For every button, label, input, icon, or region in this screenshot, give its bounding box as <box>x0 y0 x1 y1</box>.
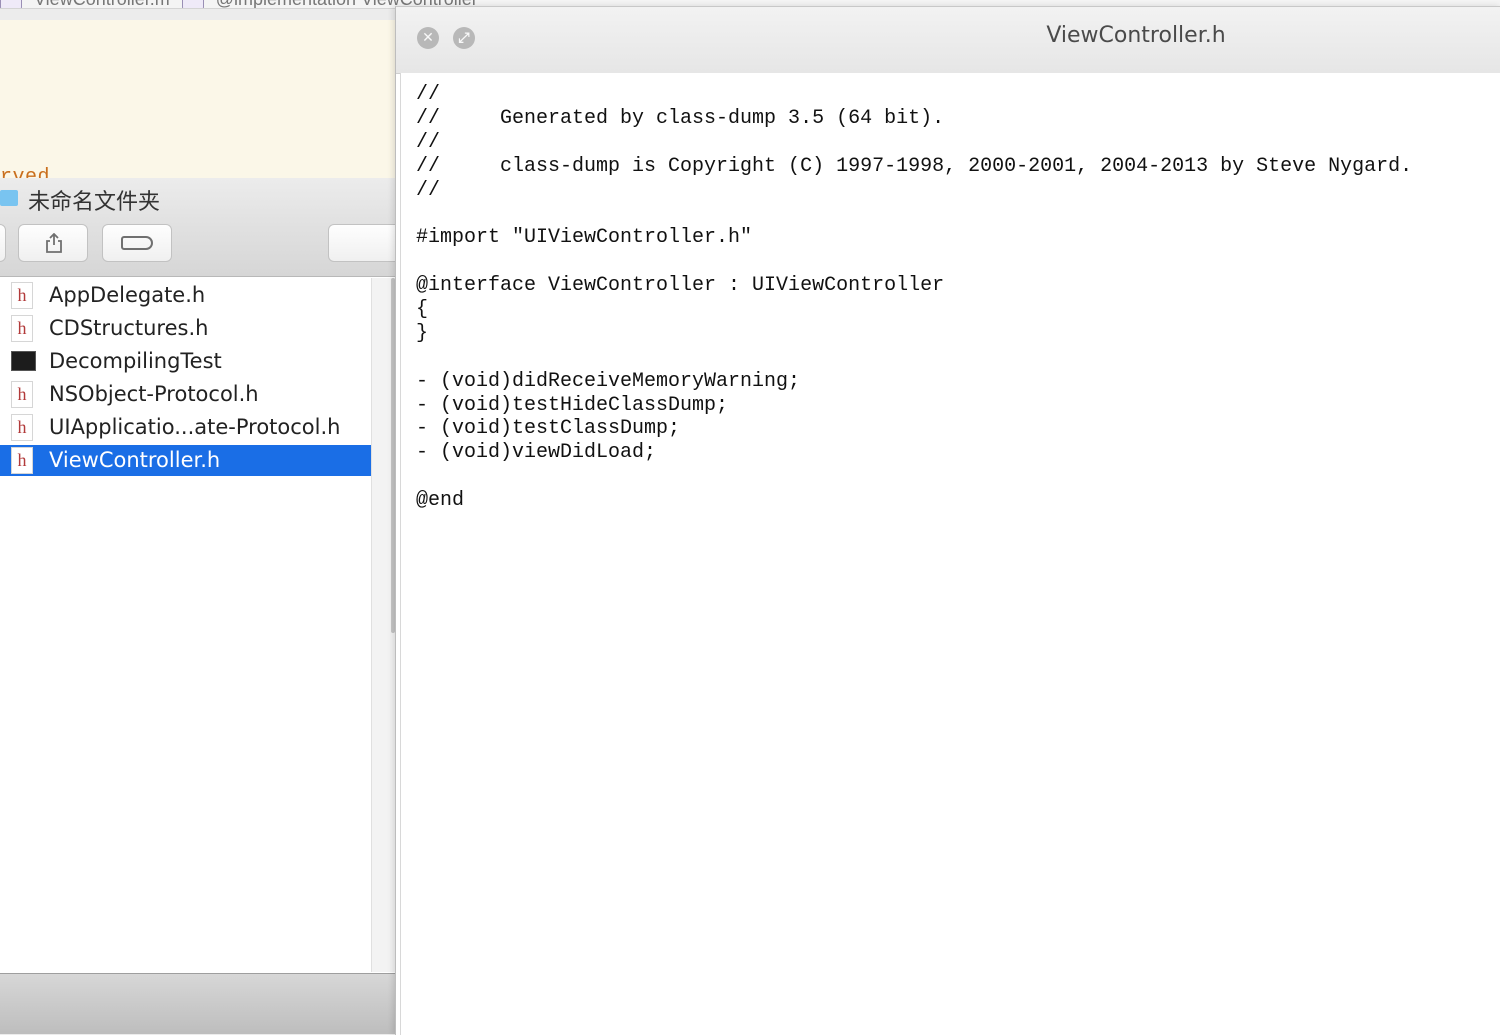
header-file-icon: h <box>11 315 33 342</box>
file-name: UIApplicatio...ate-Protocol.h <box>49 415 341 439</box>
header-file-icon: h <box>11 381 33 408</box>
file-row[interactable]: h UIApplicatio...ate-Protocol.h <box>0 412 371 443</box>
code-line: // Generated by class-dump 3.5 (64 bit). <box>416 106 945 130</box>
file-row[interactable]: h ViewController.h <box>0 445 371 476</box>
finder-title: 未命名文件夹 <box>28 190 161 215</box>
header-file-icon: h <box>11 447 33 474</box>
code-line: // <box>416 83 441 106</box>
finder-status-bar <box>0 973 396 1034</box>
background-code-editor: rved. <box>0 20 396 178</box>
quicklook-content: //// Generated by class-dump 3.5 (64 bit… <box>400 73 1500 1035</box>
share-button[interactable] <box>18 224 88 262</box>
file-row[interactable]: h AppDelegate.h <box>0 280 371 311</box>
code-line: // <box>416 178 441 202</box>
tags-button[interactable] <box>102 224 172 262</box>
share-icon <box>46 233 62 253</box>
finder-toolbar <box>0 220 396 277</box>
code-line: } <box>416 321 429 345</box>
quicklook-title: ViewController.h <box>1046 23 1226 48</box>
file-name: NSObject-Protocol.h <box>49 382 259 406</box>
code-line: - (void)didReceiveMemoryWarning; <box>416 369 801 393</box>
code-line: { <box>416 298 429 322</box>
folder-icon <box>0 190 18 206</box>
code-line: - (void)testClassDump; <box>416 417 681 441</box>
finder-window: 未命名文件夹 h AppDelegate.h h CDStructures.h Deco… <box>0 178 396 1034</box>
file-list: h AppDelegate.h h CDStructures.h Decompiling… <box>0 278 371 972</box>
file-name: ViewController.h <box>49 448 221 472</box>
executable-icon <box>11 351 36 371</box>
code-line: #import "UIViewController.h" <box>416 226 753 250</box>
header-file-icon: h <box>11 282 33 309</box>
code-view: //// Generated by class-dump 3.5 (64 bit… <box>416 83 1496 513</box>
code-line: @end <box>416 489 465 513</box>
tag-icon <box>121 236 153 250</box>
quicklook-window: ✕ ⤢ ViewController.h //// Generated by c… <box>395 6 1500 1035</box>
file-name: CDStructures.h <box>49 316 209 340</box>
file-row[interactable]: h CDStructures.h <box>0 313 371 344</box>
code-line: // class-dump is Copyright (C) 1997-1998… <box>416 154 1413 178</box>
code-line: - (void)viewDidLoad; <box>416 441 657 465</box>
code-line: @interface ViewController : UIViewContro… <box>416 274 945 298</box>
header-file-icon: h <box>11 414 33 441</box>
file-row[interactable]: DecompilingTest <box>0 346 371 377</box>
quicklook-titlebar: ✕ ⤢ ViewController.h <box>396 7 1500 74</box>
toolbar-button-partial[interactable] <box>0 224 6 262</box>
code-line: - (void)testHideClassDump; <box>416 393 729 417</box>
breadcrumb-file[interactable]: ViewController.m <box>34 0 170 8</box>
file-name: AppDelegate.h <box>49 283 206 307</box>
scrollbar-track[interactable] <box>371 278 396 972</box>
file-row[interactable]: h NSObject-Protocol.h <box>0 379 371 410</box>
m-file-icon <box>0 0 22 8</box>
file-name: DecompilingTest <box>49 349 222 373</box>
editor-text-fragment: rved. <box>0 166 63 178</box>
class-icon <box>181 0 204 8</box>
search-field-partial[interactable] <box>328 224 396 262</box>
code-line: // <box>416 130 441 154</box>
finder-titlebar: 未命名文件夹 <box>0 178 396 220</box>
